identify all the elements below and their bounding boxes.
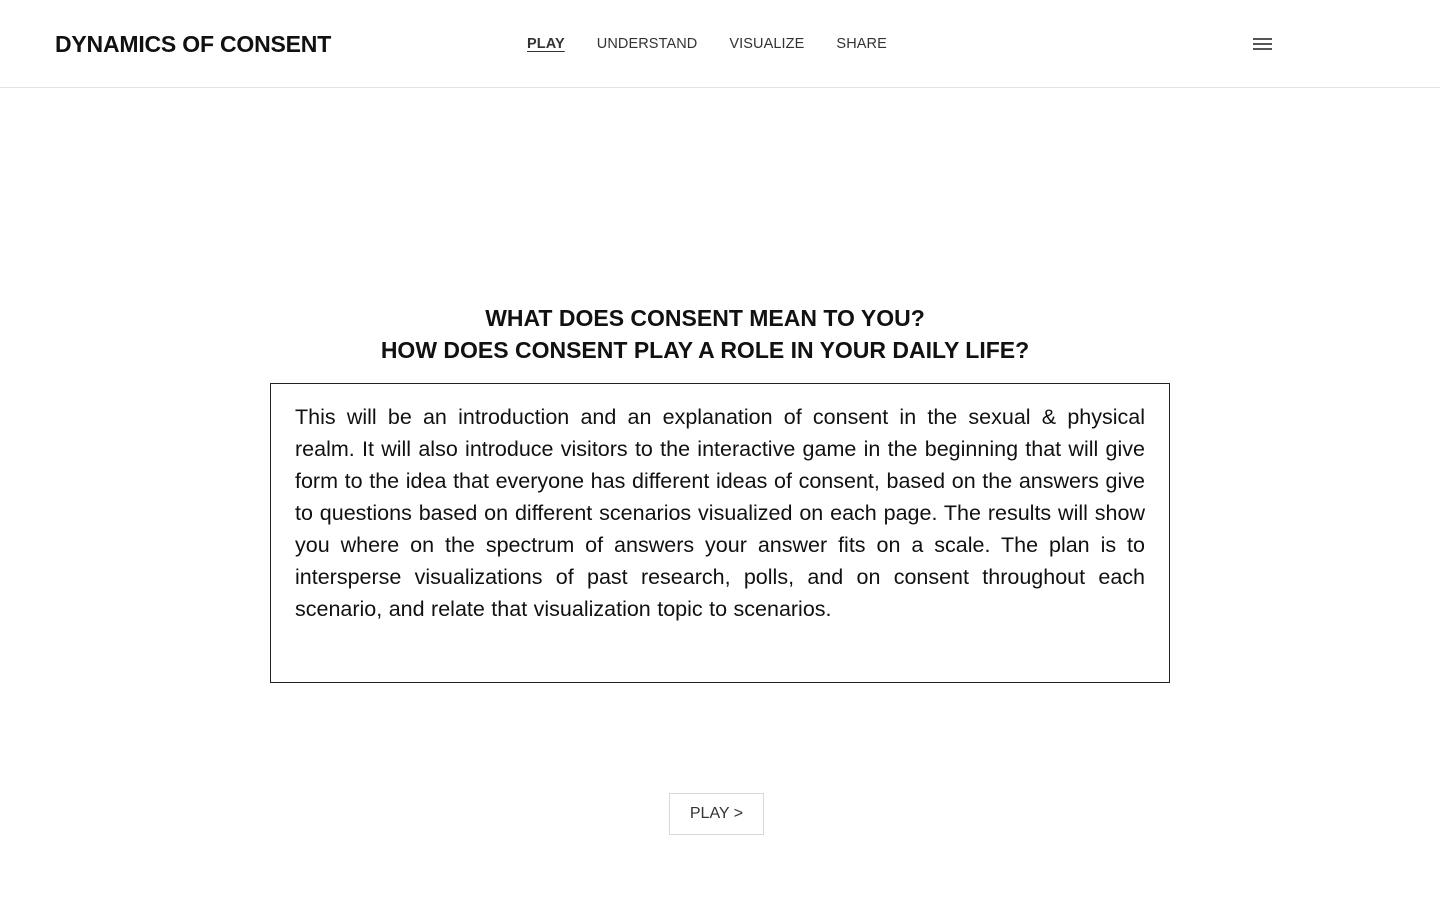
nav-link-share[interactable]: SHARE [836, 36, 886, 52]
page-headline: WHAT DOES CONSENT MEAN TO YOU? HOW DOES … [270, 302, 1140, 366]
headline-line-2: HOW DOES CONSENT PLAY A ROLE IN YOUR DAI… [380, 337, 1030, 363]
menu-icon-bar [1253, 43, 1272, 45]
headline-line-1: WHAT DOES CONSENT MEAN TO YOU? [485, 305, 925, 331]
nav-item-understand: UNDERSTAND [597, 34, 698, 54]
hamburger-menu-icon[interactable] [1252, 36, 1274, 52]
nav-link-visualize[interactable]: VISUALIZE [729, 36, 804, 52]
nav-item-play: PLAY [527, 34, 565, 54]
site-title[interactable]: DYNAMICS OF CONSENT [55, 30, 331, 58]
menu-icon-bar [1253, 38, 1272, 40]
intro-box: This will be an introduction and an expl… [270, 383, 1170, 683]
menu-icon-bar [1253, 48, 1272, 50]
play-button[interactable]: PLAY > [669, 793, 764, 835]
nav-link-understand[interactable]: UNDERSTAND [597, 36, 698, 52]
nav-link-play[interactable]: PLAY [527, 36, 565, 52]
site-header: DYNAMICS OF CONSENT PLAY UNDERSTAND VISU… [0, 0, 1440, 88]
intro-text: This will be an introduction and an expl… [295, 405, 1145, 621]
nav-item-share: SHARE [836, 34, 886, 54]
nav-item-visualize: VISUALIZE [729, 34, 804, 54]
nav-list: PLAY UNDERSTAND VISUALIZE SHARE [527, 34, 887, 54]
